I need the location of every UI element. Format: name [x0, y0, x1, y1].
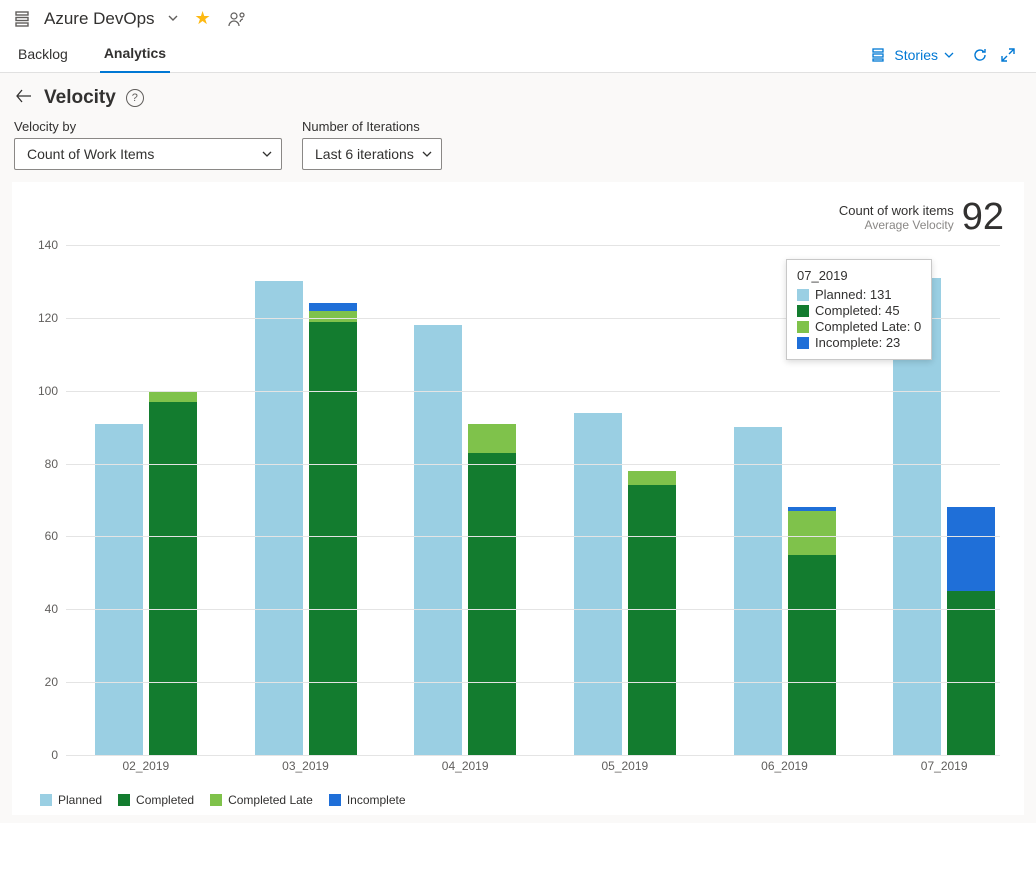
select-value: Last 6 iterations — [315, 146, 414, 162]
y-tick: 100 — [18, 384, 58, 398]
bar-seg-incomplete[interactable] — [788, 507, 836, 511]
bar-seg-incomplete[interactable] — [947, 507, 995, 591]
metric-line1: Count of work items — [839, 203, 954, 219]
tab-backlog[interactable]: Backlog — [14, 38, 72, 72]
legend-completed-late: Completed Late — [210, 793, 313, 807]
bar-seg-completed[interactable] — [947, 591, 995, 755]
project-header: Azure DevOps ★ — [0, 0, 1036, 33]
back-arrow-icon[interactable] — [14, 89, 34, 108]
bar-seg-incomplete[interactable] — [309, 303, 357, 310]
velocity-by-select[interactable]: Count of Work Items — [14, 138, 282, 170]
filters-row: Velocity by Count of Work Items Number o… — [12, 119, 1024, 170]
bar-seg-completed-late[interactable] — [788, 511, 836, 555]
bar-seg-completed[interactable] — [149, 402, 197, 755]
x-tick: 04_2019 — [442, 759, 489, 773]
bar-seg-completed[interactable] — [788, 555, 836, 755]
filter-velocity-by: Velocity by Count of Work Items — [14, 119, 282, 170]
y-tick: 140 — [18, 238, 58, 252]
tooltip-row: Completed: 45 — [797, 303, 921, 318]
title-row: Velocity ? — [12, 87, 1024, 109]
x-tick: 05_2019 — [601, 759, 648, 773]
fullscreen-button[interactable] — [994, 41, 1022, 69]
tooltip-row: Completed Late: 0 — [797, 319, 921, 334]
chevron-down-icon — [261, 148, 273, 160]
refresh-button[interactable] — [966, 41, 994, 69]
chevron-down-icon — [421, 148, 433, 160]
filter-label: Velocity by — [14, 119, 282, 134]
tab-analytics[interactable]: Analytics — [100, 37, 170, 73]
bar-planned[interactable] — [414, 325, 462, 755]
bar-planned[interactable] — [95, 424, 143, 756]
legend-incomplete: Incomplete — [329, 793, 406, 807]
tooltip-row: Planned: 131 — [797, 287, 921, 302]
chart-card: Count of work items Average Velocity 92 … — [12, 182, 1024, 815]
velocity-chart: 020406080100120140 02_201903_201904_2019… — [18, 245, 1014, 785]
stories-label: Stories — [894, 47, 938, 63]
x-tick: 02_2019 — [122, 759, 169, 773]
y-tick: 20 — [18, 675, 58, 689]
legend-completed: Completed — [118, 793, 194, 807]
bar-seg-completed[interactable] — [468, 453, 516, 755]
content-area: Velocity ? Velocity by Count of Work Ite… — [0, 73, 1036, 823]
x-tick: 03_2019 — [282, 759, 329, 773]
chevron-down-icon[interactable] — [167, 11, 179, 27]
star-icon[interactable]: ★ — [195, 8, 211, 29]
bar-seg-completed[interactable] — [628, 485, 676, 755]
page-title: Velocity — [44, 87, 116, 109]
chart-legend: Planned Completed Completed Late Incompl… — [18, 785, 1014, 811]
chart-tooltip: 07_2019 Planned: 131Completed: 45Complet… — [786, 259, 932, 360]
filter-label: Number of Iterations — [302, 119, 442, 134]
stories-picker[interactable]: Stories — [872, 47, 954, 63]
y-tick: 40 — [18, 602, 58, 616]
legend-planned: Planned — [40, 793, 102, 807]
iterations-select[interactable]: Last 6 iterations — [302, 138, 442, 170]
tooltip-row: Incomplete: 23 — [797, 335, 921, 350]
help-icon[interactable]: ? — [126, 89, 144, 107]
tabs-row: Backlog Analytics Stories — [0, 33, 1036, 73]
bar-seg-completed-late[interactable] — [309, 311, 357, 322]
metric-row: Count of work items Average Velocity 92 — [18, 190, 1014, 239]
y-tick: 120 — [18, 311, 58, 325]
project-title[interactable]: Azure DevOps — [44, 9, 155, 29]
bar-seg-completed-late[interactable] — [628, 471, 676, 486]
x-tick: 06_2019 — [761, 759, 808, 773]
filter-iterations: Number of Iterations Last 6 iterations — [302, 119, 442, 170]
bar-seg-completed-late[interactable] — [468, 424, 516, 453]
bar-seg-completed[interactable] — [309, 322, 357, 756]
metric-line2: Average Velocity — [839, 218, 954, 232]
tooltip-title: 07_2019 — [797, 268, 921, 283]
y-tick: 60 — [18, 529, 58, 543]
bar-seg-completed-late[interactable] — [149, 391, 197, 402]
project-icon — [14, 9, 34, 29]
x-tick: 07_2019 — [921, 759, 968, 773]
y-tick: 80 — [18, 457, 58, 471]
people-icon[interactable] — [227, 10, 247, 28]
bar-planned[interactable] — [255, 281, 303, 755]
y-tick: 0 — [18, 748, 58, 762]
select-value: Count of Work Items — [27, 146, 154, 162]
bar-planned[interactable] — [734, 427, 782, 755]
metric-value: 92 — [962, 196, 1004, 239]
